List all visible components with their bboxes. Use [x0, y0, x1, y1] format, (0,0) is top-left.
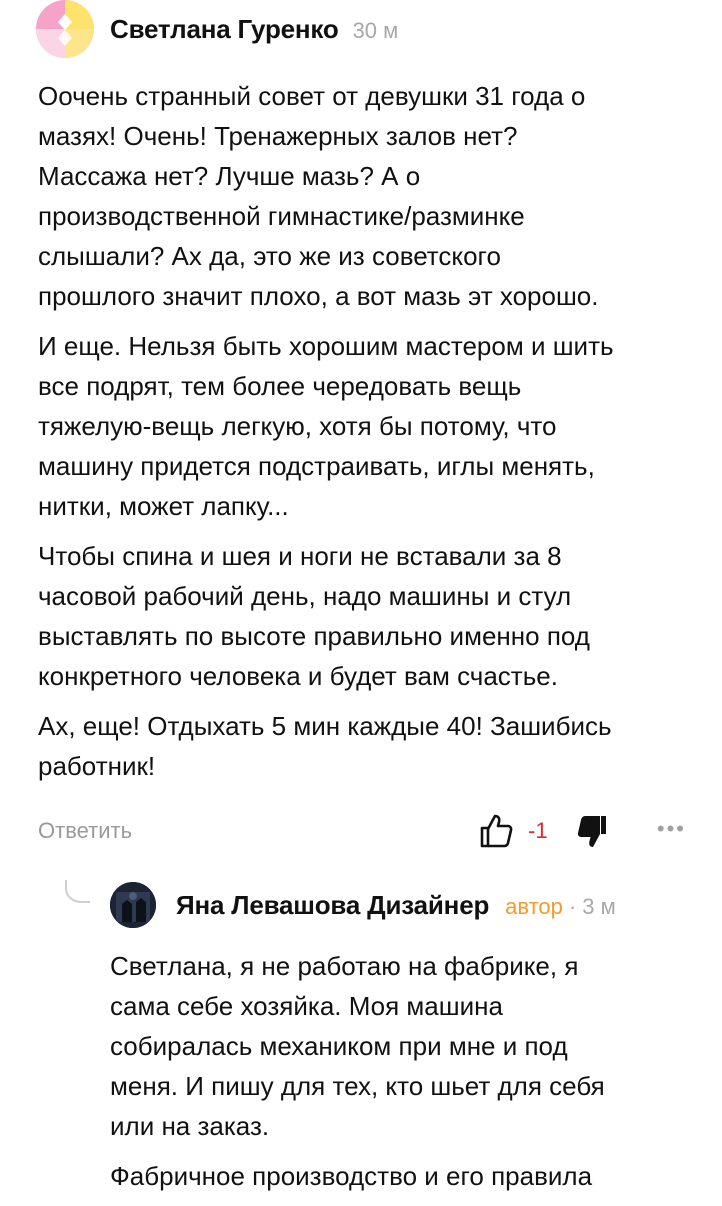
- dislike-button[interactable]: [576, 814, 610, 850]
- author-badge: автор: [505, 894, 563, 919]
- reply-author-name[interactable]: Яна Левашова Дизайнер: [176, 890, 489, 921]
- reply-body: Светлана, я не работаю на фабрике, я сам…: [110, 946, 700, 1206]
- separator-dot: ·: [568, 894, 577, 919]
- reply-connector-icon: [65, 880, 90, 903]
- comment-actions: Ответить -1 •••: [38, 810, 686, 856]
- thumb-up-outline-icon: [480, 814, 513, 848]
- reply-button[interactable]: Ответить: [38, 818, 132, 844]
- like-button[interactable]: [478, 812, 514, 850]
- reply-paragraph-2: Фабричное производство и его правила: [110, 1161, 593, 1191]
- avatar[interactable]: [36, 0, 94, 58]
- score: -1: [528, 818, 548, 843]
- reply-header: Яна Левашова Дизайнер автор · 3 м: [176, 890, 616, 921]
- comment-body: Оочень странный совет от девушки 31 года…: [38, 76, 698, 796]
- comment-paragraph-1: Оочень странный совет от девушки 31 года…: [38, 81, 599, 311]
- more-options-button[interactable]: •••: [657, 816, 686, 842]
- comment-paragraph-4: Ах, еще! Отдыхать 5 мин каждые 40! Зашиб…: [38, 711, 612, 781]
- thumb-down-filled-icon: [577, 816, 606, 847]
- author-name[interactable]: Светлана Гуренко: [110, 14, 339, 45]
- reply-avatar[interactable]: [110, 882, 156, 928]
- avatar-pattern-icon: [36, 0, 94, 58]
- avatar-photo-icon: [110, 882, 156, 928]
- comment-header: Светлана Гуренко 30 м: [110, 14, 398, 45]
- reply-timestamp: 3 м: [582, 894, 616, 919]
- timestamp: 30 м: [352, 18, 399, 43]
- comment-paragraph-2: И еще. Нельзя быть хорошим мастером и ши…: [38, 331, 614, 521]
- comment-paragraph-3: Чтобы спина и шея и ноги не вставали за …: [38, 541, 590, 691]
- reply-paragraph-1: Светлана, я не работаю на фабрике, я сам…: [110, 951, 605, 1141]
